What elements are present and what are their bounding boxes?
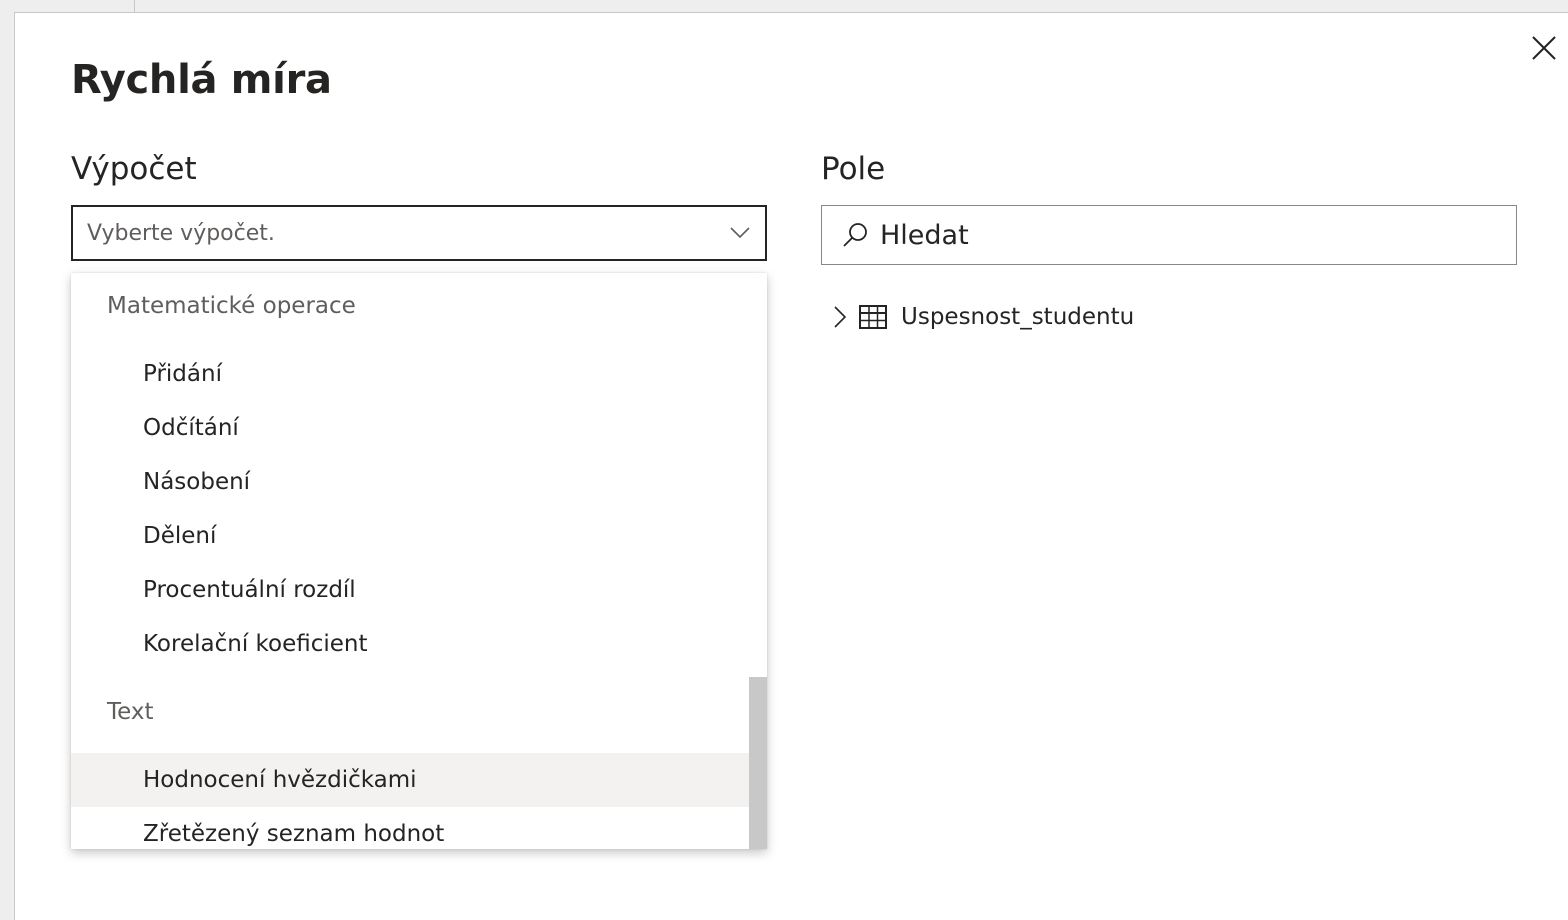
option-label: Procentuální rozdíl (143, 577, 356, 603)
option-label: Přidání (143, 361, 222, 387)
calculation-select[interactable]: Vyberte výpočet. (71, 205, 767, 261)
backdrop-divider (134, 0, 135, 12)
quick-measure-dialog: Rychlá míra Výpočet Pole Vyberte výpočet… (14, 12, 1568, 920)
chevron-down-icon (729, 222, 751, 244)
option-subtract[interactable]: Odčítání (71, 401, 749, 455)
option-percent-difference[interactable]: Procentuální rozdíl (71, 563, 749, 617)
group-header-text: Text (107, 699, 154, 725)
option-label: Zřetězený seznam hodnot (143, 821, 445, 847)
dropdown-scrollbar-thumb[interactable] (749, 677, 767, 849)
option-multiply[interactable]: Násobení (71, 455, 749, 509)
fields-search-input[interactable] (878, 218, 1482, 252)
option-concatenated-list[interactable]: Zřetězený seznam hodnot (71, 807, 749, 849)
fields-label: Pole (821, 151, 886, 187)
chevron-right-icon[interactable] (827, 304, 853, 330)
calculation-dropdown: Matematické operace Přidání Odčítání Nás… (71, 273, 767, 849)
option-label: Korelační koeficient (143, 631, 368, 657)
tree-item-label: Uspesnost_studentu (901, 304, 1135, 330)
calculation-select-placeholder: Vyberte výpočet. (87, 220, 275, 246)
close-button[interactable] (1527, 31, 1561, 65)
dialog-title: Rychlá míra (71, 57, 332, 103)
option-label: Násobení (143, 469, 251, 495)
group-header-math: Matematické operace (107, 293, 356, 319)
tree-item-table[interactable]: Uspesnost_studentu (821, 299, 1134, 335)
option-star-rating[interactable]: Hodnocení hvězdičkami (71, 753, 749, 807)
option-divide[interactable]: Dělení (71, 509, 749, 563)
option-correlation-coefficient[interactable]: Korelační koeficient (71, 617, 749, 671)
fields-search-box (821, 205, 1517, 265)
close-icon (1532, 36, 1556, 60)
option-label: Odčítání (143, 415, 239, 441)
option-label: Dělení (143, 523, 217, 549)
calculation-label: Výpočet (71, 151, 197, 187)
option-label: Hodnocení hvězdičkami (143, 767, 417, 793)
table-icon (859, 304, 887, 330)
option-add[interactable]: Přidání (71, 347, 749, 401)
search-icon (840, 220, 870, 250)
